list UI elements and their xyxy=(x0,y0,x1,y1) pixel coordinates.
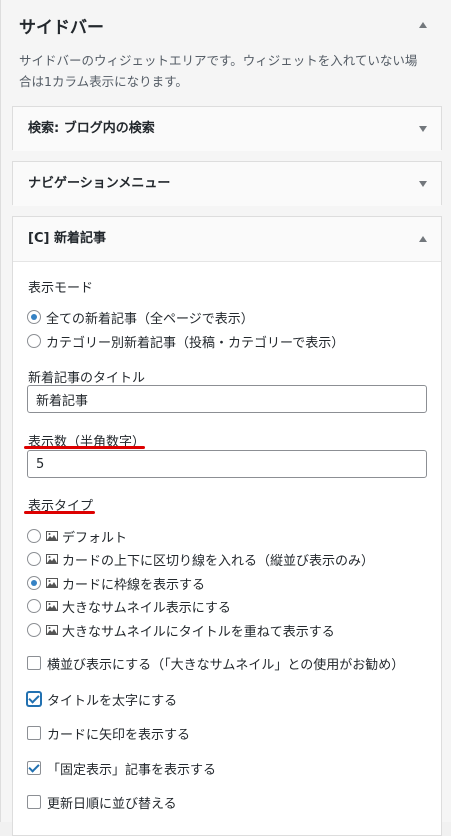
widget-header[interactable]: 検索: ブログ内の検索 xyxy=(13,107,441,151)
count-input[interactable] xyxy=(27,450,427,478)
show-arrow-option[interactable]: カードに矢印を表示する xyxy=(27,723,190,743)
collapse-icon[interactable] xyxy=(419,22,427,28)
description-line: サイドバーのウィジェットエリアです。ウィジェットを入れていない場 xyxy=(19,53,418,68)
checkbox-label: カードに矢印を表示する xyxy=(47,727,191,743)
type-option-overlay-title[interactable]: 大きなサムネイルにタイトルを重ねて表示する xyxy=(27,620,335,640)
image-icon xyxy=(46,554,58,564)
radio-label: 大きなサムネイルにタイトルを重ねて表示する xyxy=(62,624,335,640)
radio-button[interactable] xyxy=(27,599,41,613)
annotation-underline xyxy=(24,511,95,514)
annotation-underline xyxy=(24,446,145,449)
radio-label: 全ての新着記事（全ページで表示） xyxy=(46,311,254,327)
expand-icon[interactable] xyxy=(419,126,427,132)
radio-button[interactable] xyxy=(27,334,41,348)
bold-title-option[interactable]: タイトルを太字にする xyxy=(27,689,177,709)
widget-area-sidebar: サイドバー サイドバーのウィジェットエリアです。ウィジェットを入れていない場 合… xyxy=(0,0,451,836)
radio-button[interactable] xyxy=(27,623,41,637)
image-icon xyxy=(46,625,58,635)
mode-option-all[interactable]: 全ての新着記事（全ページで表示） xyxy=(27,307,254,327)
sort-by-modified-option[interactable]: 更新日順に並び替える xyxy=(27,792,177,812)
radio-button[interactable] xyxy=(27,310,41,324)
widget-area-title: サイドバー xyxy=(19,18,104,38)
title-field-label: 新着記事のタイトル xyxy=(28,371,146,386)
mode-option-category[interactable]: カテゴリー別新着記事（投稿・カテゴリーで表示） xyxy=(27,331,344,351)
widget-header[interactable]: ナビゲーションメニュー xyxy=(13,162,441,206)
radio-button[interactable] xyxy=(27,529,41,543)
radio-label: カテゴリー別新着記事（投稿・カテゴリーで表示） xyxy=(46,335,345,351)
display-mode-label: 表示モード xyxy=(28,281,94,296)
type-option-border[interactable]: カードに枠線を表示する xyxy=(27,573,205,593)
image-icon xyxy=(46,578,58,588)
checkbox[interactable] xyxy=(27,656,41,670)
type-option-large-thumbnail[interactable]: 大きなサムネイル表示にする xyxy=(27,596,231,616)
image-icon xyxy=(46,601,58,611)
type-option-default[interactable]: デフォルト xyxy=(27,526,127,546)
checkbox-label: 「固定表示」記事を表示する xyxy=(47,762,217,778)
title-input[interactable] xyxy=(27,385,427,413)
type-option-separator[interactable]: カードの上下に区切り線を入れる（縦並び表示のみ） xyxy=(27,549,374,569)
radio-button[interactable] xyxy=(27,552,41,566)
horizontal-layout-option[interactable]: 横並び表示にする（「大きなサムネイル」との使用がお勧め） xyxy=(27,653,404,673)
checkbox-label: タイトルを太字にする xyxy=(47,693,178,709)
image-icon xyxy=(46,531,58,541)
widget-navigation-menu[interactable]: ナビゲーションメニュー xyxy=(12,161,442,206)
radio-label: カードに枠線を表示する xyxy=(62,577,206,593)
checkbox-label: 横並び表示にする（「大きなサムネイル」との使用がお勧め） xyxy=(47,657,405,673)
radio-label: 大きなサムネイル表示にする xyxy=(62,600,231,616)
radio-label: デフォルト xyxy=(62,530,128,546)
radio-button[interactable] xyxy=(27,576,41,590)
radio-label: カードの上下に区切り線を入れる（縦並び表示のみ） xyxy=(62,553,375,569)
widget-area-header[interactable]: サイドバー xyxy=(19,16,437,40)
widget-search[interactable]: 検索: ブログ内の検索 xyxy=(12,106,442,151)
checkbox[interactable] xyxy=(27,795,41,809)
widget-area-description: サイドバーのウィジェットエリアです。ウィジェットを入れていない場 合は1カラム表… xyxy=(19,50,439,92)
widget-title: 検索: ブログ内の検索 xyxy=(28,121,155,136)
description-line: 合は1カラム表示になります。 xyxy=(19,74,188,89)
checkbox[interactable] xyxy=(27,692,41,706)
checkbox[interactable] xyxy=(27,761,41,775)
expand-icon[interactable] xyxy=(419,181,427,187)
widget-title: [C] 新着記事 xyxy=(28,231,106,246)
collapse-icon[interactable] xyxy=(419,236,427,242)
widget-header[interactable]: [C] 新着記事 xyxy=(13,217,441,262)
checkbox-label: 更新日順に並び替える xyxy=(47,796,177,812)
checkbox[interactable] xyxy=(27,726,41,740)
widget-title: ナビゲーションメニュー xyxy=(28,176,171,191)
show-sticky-option[interactable]: 「固定表示」記事を表示する xyxy=(27,758,216,778)
